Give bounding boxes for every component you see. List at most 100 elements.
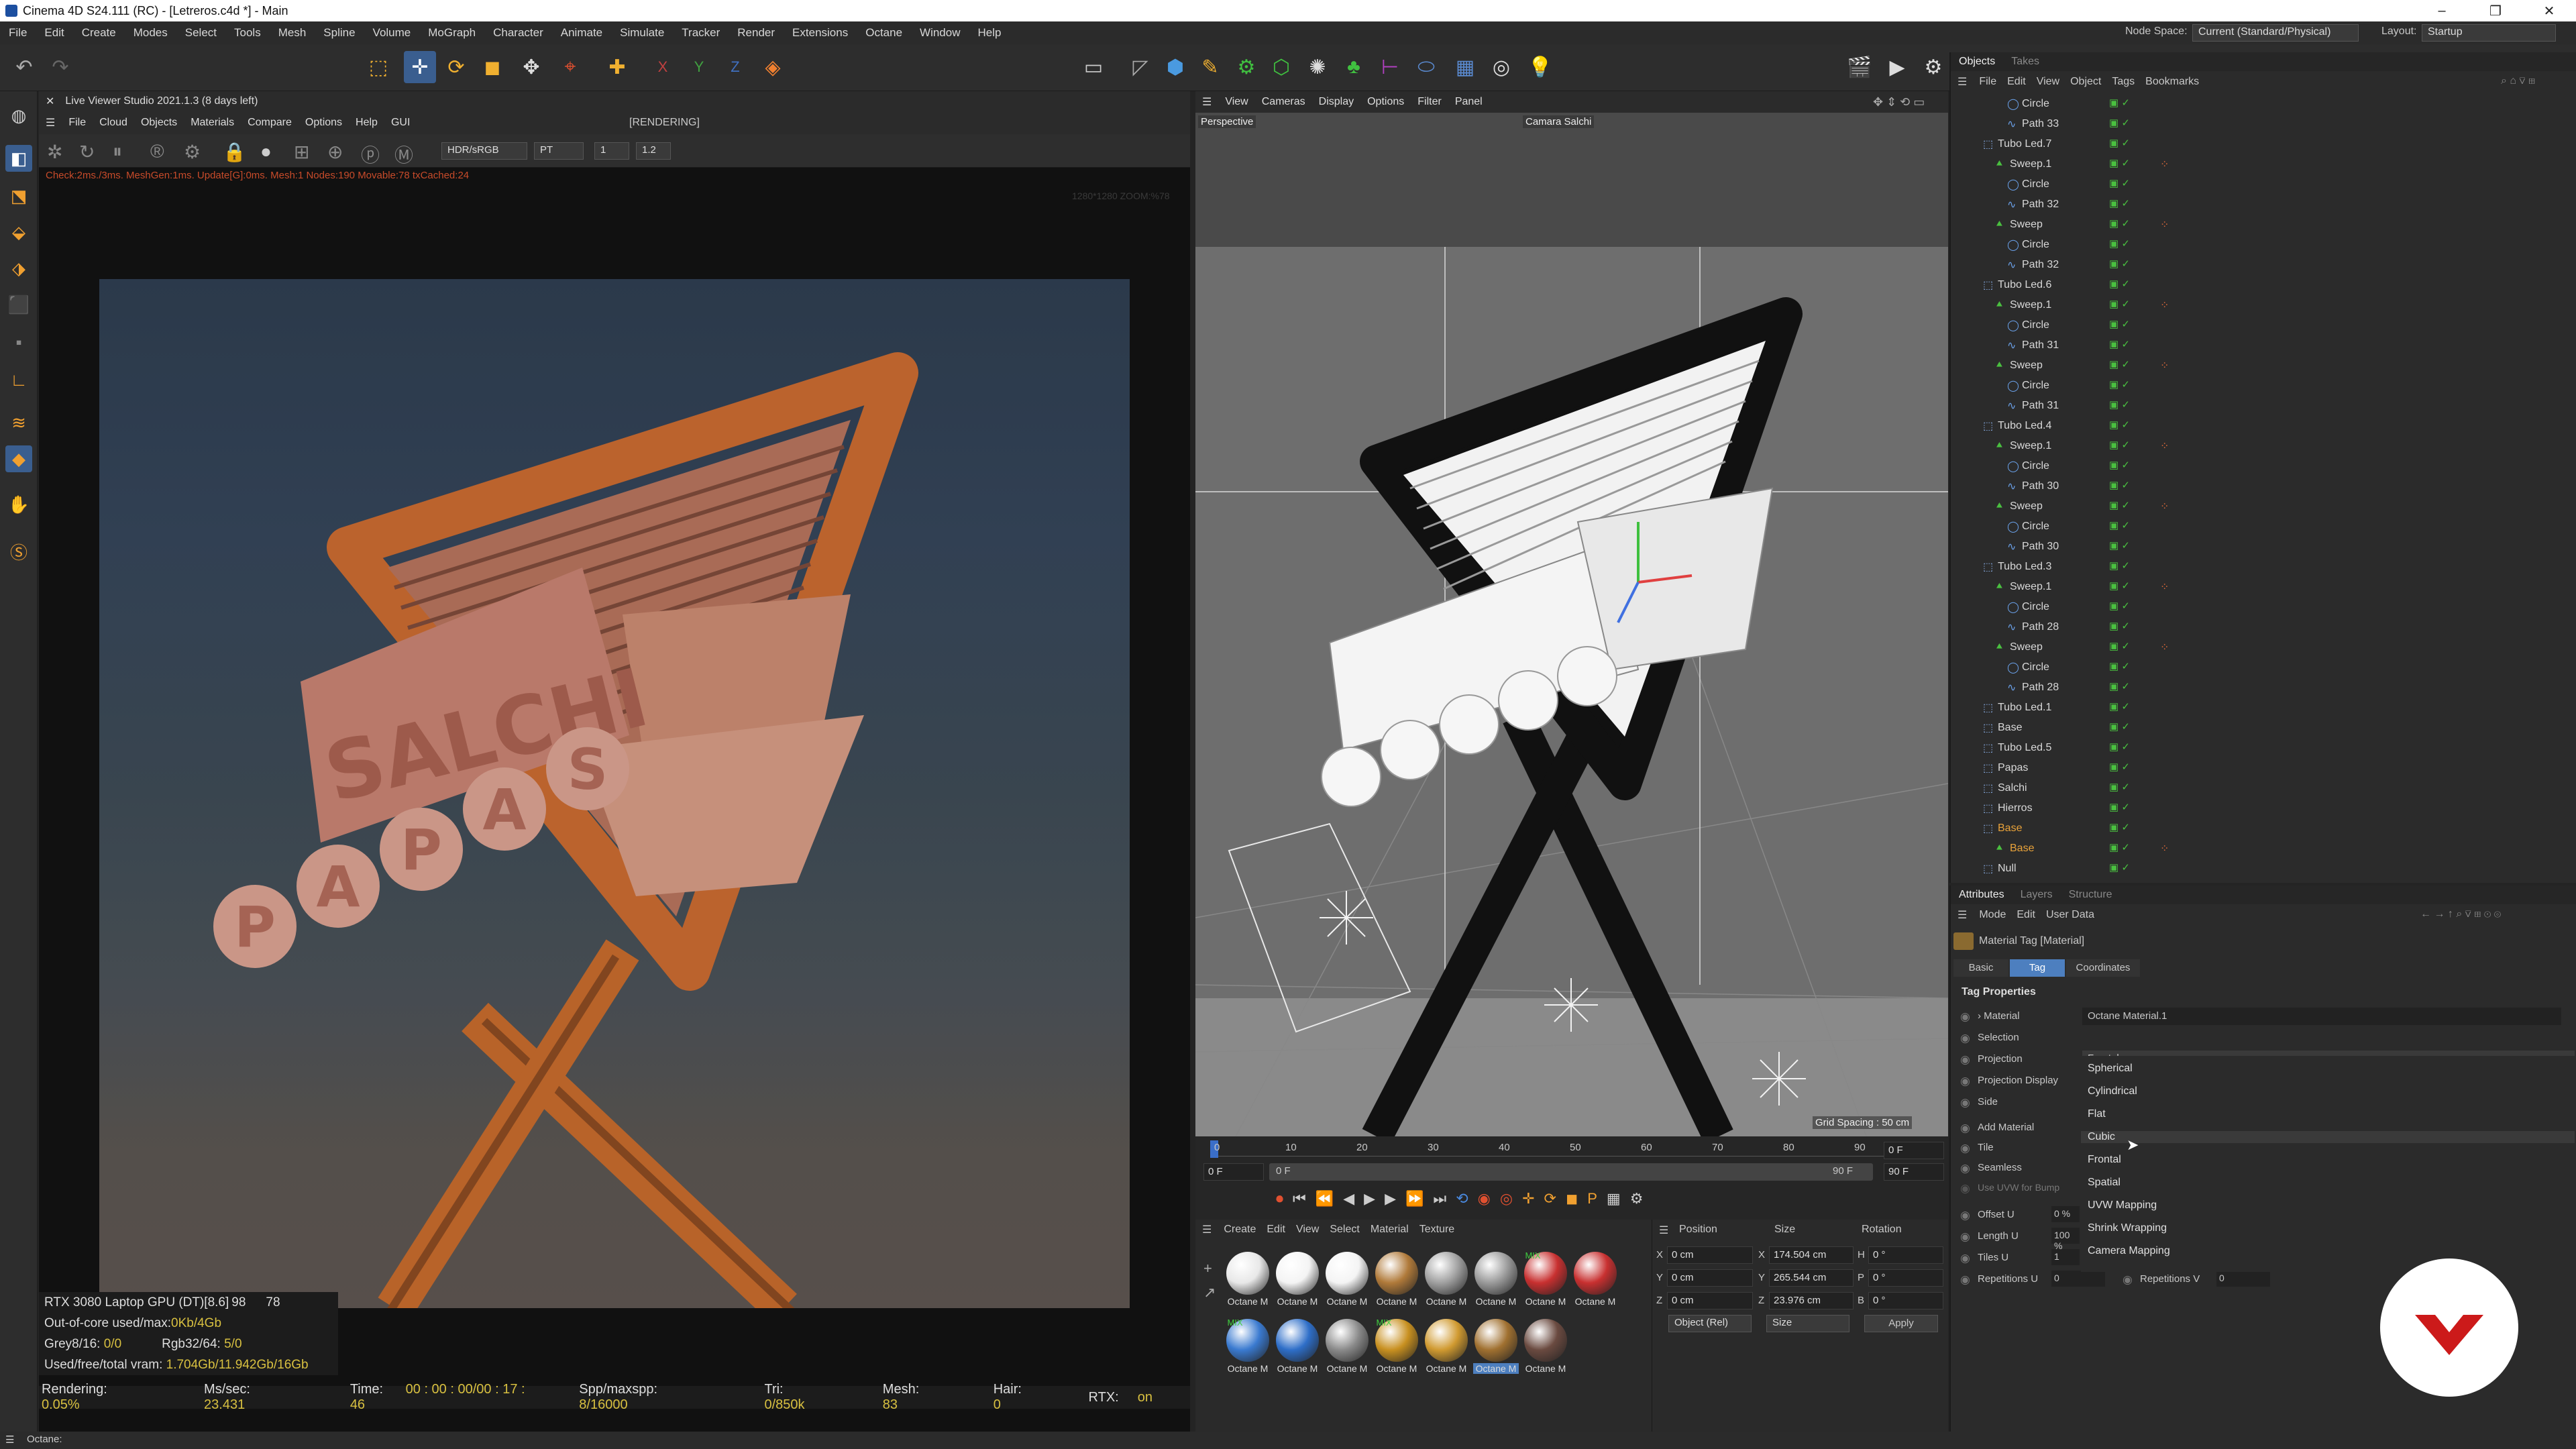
mat-menu-select[interactable]: Select — [1324, 1224, 1364, 1236]
visibility-check-icon[interactable]: ▣ ✓ — [2109, 580, 2156, 594]
tree-row[interactable]: ⯅ Base ▣ ✓ ⁘ — [1951, 839, 2576, 859]
rotate-tool-icon[interactable]: ⟳ — [440, 51, 472, 83]
visibility-check-icon[interactable]: ▣ ✓ — [2109, 821, 2156, 836]
tree-row[interactable]: ⬚ Tubo Led.4 ▣ ✓ — [1951, 416, 2576, 436]
visibility-check-icon[interactable]: ▣ ✓ — [2109, 157, 2156, 172]
material-label[interactable]: Octane M — [1374, 1363, 1419, 1374]
render-canvas[interactable]: SALCHI PAPAS — [99, 279, 1130, 1308]
deformer-icon[interactable]: ♣ — [1338, 51, 1370, 83]
axis-tool-icon[interactable]: ✚ — [601, 51, 633, 83]
vp-menu-display[interactable]: Display — [1312, 96, 1360, 108]
viewport-camera-label[interactable]: Camara Salchi — [1523, 115, 1595, 128]
menu-octane[interactable]: Octane — [857, 26, 911, 40]
menu-volume[interactable]: Volume — [364, 26, 420, 40]
tree-row[interactable]: ◯ Circle ▣ ✓ — [1951, 657, 2576, 678]
tree-row[interactable]: ∿ Path 31 ▣ ✓ — [1951, 396, 2576, 416]
visibility-check-icon[interactable]: ▣ ✓ — [2109, 378, 2156, 393]
clay-mode-icon[interactable]: ● — [260, 141, 272, 162]
node-space-dropdown[interactable]: Current (Standard/Physical) — [2192, 24, 2359, 42]
material-label[interactable]: Octane M — [1572, 1296, 1618, 1307]
sweep-tag-icon[interactable]: ⁘ — [2160, 359, 2169, 372]
go-start-icon[interactable]: ⏮ — [1293, 1190, 1306, 1212]
timeline-ruler[interactable]: 0 10 20 30 40 50 60 70 80 90 — [1210, 1140, 1920, 1158]
material-swatch[interactable] — [1375, 1252, 1418, 1295]
recent-tool-icon[interactable]: ⌖ — [554, 51, 586, 83]
sweep-tag-icon[interactable]: ⁘ — [2160, 500, 2169, 513]
param-key-icon[interactable]: P — [1587, 1190, 1597, 1212]
pen-icon[interactable]: ✎ — [1194, 51, 1226, 83]
tree-row[interactable]: ⯅ Sweep.1 ▣ ✓ ⁘ — [1951, 436, 2576, 456]
keyframe-icon[interactable]: ◎ — [1500, 1190, 1513, 1212]
material-label[interactable]: Octane M — [1324, 1296, 1370, 1307]
menu-render[interactable]: Render — [729, 26, 784, 40]
pla-key-icon[interactable]: ▦ — [1607, 1190, 1621, 1212]
tree-row[interactable]: ◯ Circle ▣ ✓ — [1951, 517, 2576, 537]
material-pick-icon[interactable]: ↗ — [1203, 1284, 1216, 1301]
lv-menu-options[interactable]: Options — [299, 117, 349, 129]
tree-row[interactable]: ⯅ Sweep.1 ▣ ✓ ⁘ — [1951, 577, 2576, 597]
visibility-check-icon[interactable]: ▣ ✓ — [2109, 318, 2156, 333]
visibility-check-icon[interactable]: ▣ ✓ — [2109, 559, 2156, 574]
hamburger-icon[interactable]: ☰ — [1659, 1224, 1668, 1237]
visibility-check-icon[interactable]: ▣ ✓ — [2109, 358, 2156, 373]
lv-menu-compare[interactable]: Compare — [241, 117, 299, 129]
restore-icon[interactable]: ❐ — [2469, 0, 2522, 21]
rotate-key-icon[interactable]: ⟳ — [1544, 1190, 1556, 1212]
mat-menu-edit[interactable]: Edit — [1261, 1224, 1291, 1236]
loop-icon[interactable]: ⟲ — [1456, 1190, 1468, 1212]
tree-row[interactable]: ⬚ Papas ▣ ✓ — [1951, 758, 2576, 778]
menu-animate[interactable]: Animate — [552, 26, 611, 40]
visibility-check-icon[interactable]: ▣ ✓ — [2109, 761, 2156, 775]
coord-mode-dropdown[interactable]: Object (Rel) — [1668, 1315, 1752, 1332]
kernel-dropdown[interactable]: PT — [534, 142, 584, 160]
hamburger-icon[interactable]: ☰ — [39, 116, 62, 129]
tiles-u-field[interactable]: 1 — [2051, 1249, 2080, 1265]
attr-menu-mode[interactable]: Mode — [1974, 909, 2011, 921]
visibility-check-icon[interactable]: ▣ ✓ — [2109, 419, 2156, 433]
play-icon[interactable]: ▶ — [1364, 1190, 1375, 1212]
material-label[interactable]: Octane M — [1523, 1296, 1568, 1307]
visibility-check-icon[interactable]: ▣ ✓ — [2109, 781, 2156, 796]
material-swatch[interactable] — [1574, 1252, 1617, 1295]
coord-rot-field[interactable]: 0 ° — [1868, 1246, 1943, 1264]
view-icon[interactable]: ▭ — [1077, 51, 1110, 83]
lock-icon[interactable]: 🔒 — [223, 141, 246, 163]
material-label[interactable]: Octane M — [1275, 1363, 1320, 1374]
tab-layers[interactable]: Layers — [2012, 889, 2061, 901]
vp-menu-cameras[interactable]: Cameras — [1255, 96, 1312, 108]
next-key-icon[interactable]: ⏩ — [1405, 1190, 1424, 1212]
polygons-mode-icon[interactable]: ⬛ — [5, 291, 32, 318]
cube-icon[interactable]: ⬢ — [1159, 51, 1191, 83]
start-frame-field[interactable]: 0 F — [1203, 1163, 1264, 1181]
visibility-check-icon[interactable]: ▣ ✓ — [2109, 439, 2156, 453]
mat-menu-material[interactable]: Material — [1365, 1224, 1414, 1236]
menu-spline[interactable]: Spline — [315, 26, 364, 40]
menu-extensions[interactable]: Extensions — [784, 26, 857, 40]
tree-row[interactable]: ⯅ Sweep ▣ ✓ ⁘ — [1951, 637, 2576, 657]
points-mode-icon[interactable]: ⬙ — [5, 219, 32, 246]
visibility-check-icon[interactable]: ▣ ✓ — [2109, 177, 2156, 192]
lv-menu-file[interactable]: File — [62, 117, 93, 129]
visibility-check-icon[interactable]: ▣ ✓ — [2109, 197, 2156, 212]
render-value-b[interactable]: 1.2 — [636, 142, 671, 160]
lock-y-icon[interactable]: Y — [683, 51, 715, 83]
tree-row[interactable]: ⬚ Tubo Led.6 ▣ ✓ — [1951, 275, 2576, 295]
obj-menu-edit[interactable]: Edit — [2002, 76, 2031, 88]
lv-menu-help[interactable]: Help — [349, 117, 384, 129]
material-swatch[interactable] — [1326, 1252, 1368, 1295]
obj-menu-view[interactable]: View — [2031, 76, 2065, 88]
sweep-tag-icon[interactable]: ⁘ — [2160, 158, 2169, 171]
visibility-check-icon[interactable]: ▣ ✓ — [2109, 137, 2156, 152]
coord-pos-field[interactable]: 0 cm — [1667, 1292, 1753, 1309]
material-label[interactable]: Octane M — [1225, 1296, 1271, 1307]
vp-menu-options[interactable]: Options — [1360, 96, 1411, 108]
tree-row[interactable]: ⯅ Sweep ▣ ✓ ⁘ — [1951, 356, 2576, 376]
coord-size-field[interactable]: 265.544 cm — [1769, 1269, 1854, 1287]
floor-icon[interactable]: ▦ — [1449, 51, 1481, 83]
attr-menu-edit[interactable]: Edit — [2011, 909, 2041, 921]
layout-dropdown[interactable]: Startup — [2422, 24, 2556, 42]
tree-row[interactable]: ◯ Circle ▣ ✓ — [1951, 456, 2576, 476]
tree-row[interactable]: ⬚ Tubo Led.3 ▣ ✓ — [1951, 557, 2576, 577]
visibility-check-icon[interactable]: ▣ ✓ — [2109, 217, 2156, 232]
workplane-icon[interactable]: ◆ — [5, 445, 32, 472]
